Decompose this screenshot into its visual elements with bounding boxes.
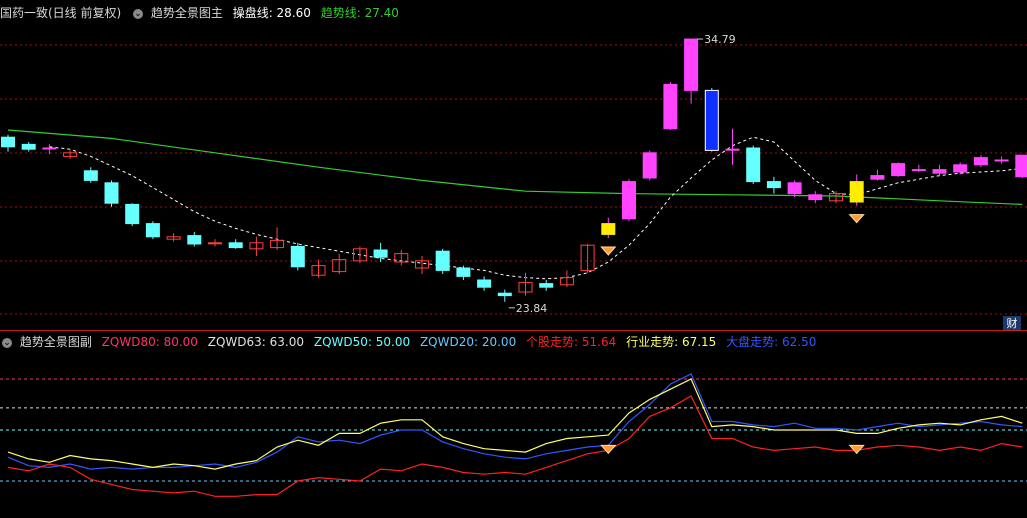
diamond-signal-icon <box>600 246 617 256</box>
candle-body <box>932 169 947 174</box>
candle-body <box>228 242 243 249</box>
candle-body <box>663 83 678 130</box>
low-price-label: 23.84 <box>516 302 548 315</box>
candle-body <box>145 223 160 238</box>
diamond-signal-icon <box>600 444 617 455</box>
trend-line <box>7 129 1023 205</box>
ma-line <box>49 136 1023 280</box>
candle-body <box>849 181 864 203</box>
candle-body <box>953 164 968 173</box>
candle-body <box>994 159 1009 162</box>
candle-body <box>725 148 740 151</box>
candle-body <box>456 267 471 277</box>
candle-body <box>83 170 98 181</box>
candle-body <box>187 235 202 245</box>
candle-body <box>622 181 636 220</box>
main-chart-panel[interactable]: 国药一致(日线 前复权) ⌄ 趋势全景图主 操盘线: 28.60 趋势线: 27… <box>0 0 1027 331</box>
candle-body <box>290 245 305 268</box>
finance-badge[interactable]: 财 <box>1003 316 1021 331</box>
candle-body <box>870 175 885 180</box>
candle-body <box>766 181 781 189</box>
candle-body <box>539 283 554 288</box>
candle-body <box>104 182 119 204</box>
candle-body <box>373 249 388 258</box>
market-trend-line <box>7 373 1023 470</box>
diamond-signal-icon <box>848 214 865 224</box>
candle-body <box>1015 154 1027 178</box>
candle-body <box>208 242 222 245</box>
candle-body <box>642 152 657 179</box>
candlestick-chart[interactable]: 34.79 23.84 <box>0 0 1027 330</box>
candle-body <box>21 143 36 150</box>
trend-index-chart[interactable] <box>0 331 1027 518</box>
candle-body <box>684 38 699 91</box>
high-price-label: 34.79 <box>704 33 736 46</box>
candle-body <box>704 89 719 151</box>
candle-body <box>746 147 761 183</box>
candle-body <box>1 136 15 148</box>
candle-body <box>477 279 492 288</box>
candle-body <box>973 157 988 166</box>
candle-body <box>435 250 450 271</box>
candle-body <box>787 182 802 195</box>
candle-body <box>42 147 57 150</box>
candle-body <box>601 223 616 235</box>
sub-chart-panel[interactable]: ⌄ 趋势全景图副 ZQWD80: 80.00 ZQWD63: 63.00 ZQW… <box>0 331 1027 518</box>
candle-body <box>911 169 926 172</box>
industry-trend-line <box>7 378 1023 470</box>
candle-body <box>808 194 823 201</box>
candle-body <box>891 163 906 177</box>
candle-body <box>497 292 512 297</box>
candle-body <box>125 203 140 225</box>
